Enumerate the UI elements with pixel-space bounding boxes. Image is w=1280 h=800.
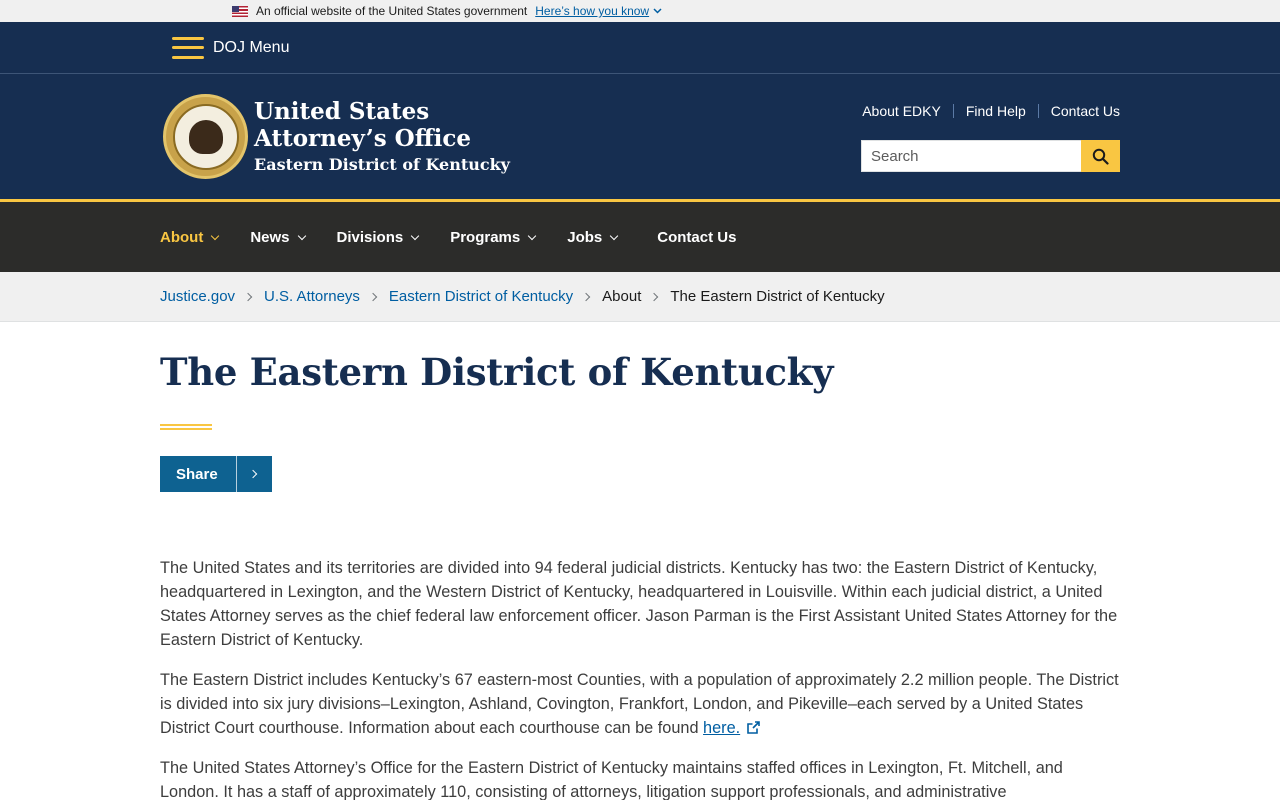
site-header: United States Attorney’s Office Eastern …: [0, 74, 1280, 199]
share-button[interactable]: Share: [160, 456, 272, 492]
divider: [236, 456, 237, 492]
nav-news[interactable]: News: [250, 229, 306, 246]
body-text: The United States and its territories ar…: [160, 556, 1120, 800]
main-content: The Eastern District of Kentucky Share T…: [0, 350, 1120, 800]
paragraph: The Eastern District includes Kentucky’s…: [160, 668, 1120, 740]
breadcrumb: Justice.gov U.S. Attorneys Eastern Distr…: [0, 272, 1280, 322]
nav-news-label[interactable]: News: [250, 229, 289, 246]
chevron-right-icon: [368, 292, 378, 301]
chevron-right-icon[interactable]: [237, 469, 272, 479]
paragraph: The United States Attorney’s Office for …: [160, 759, 1063, 800]
chevron-down-icon: [211, 231, 220, 240]
chevron-down-icon: [297, 231, 306, 240]
doj-seal-logo[interactable]: [163, 94, 248, 179]
chevron-down-icon[interactable]: [653, 6, 662, 17]
doj-menu-button[interactable]: DOJ Menu: [213, 39, 289, 57]
nav-contact-us[interactable]: Contact Us: [657, 229, 736, 246]
breadcrumb-about: About: [602, 288, 642, 305]
us-flag-icon: [232, 5, 248, 17]
chevron-right-icon: [243, 292, 253, 301]
nav-jobs[interactable]: Jobs: [567, 229, 619, 246]
breadcrumb-justice-gov[interactable]: Justice.gov: [160, 288, 235, 305]
site-subtitle[interactable]: Eastern District of Kentucky: [254, 153, 510, 177]
search-input[interactable]: [861, 140, 1081, 172]
nav-contact-us-label[interactable]: Contact Us: [657, 229, 736, 246]
chevron-down-icon: [610, 231, 619, 240]
site-title-line2[interactable]: Attorney’s Office: [254, 125, 510, 152]
nav-programs-label[interactable]: Programs: [450, 229, 520, 246]
external-link-icon[interactable]: [746, 720, 761, 735]
chevron-down-icon: [527, 231, 537, 240]
chevron-down-icon: [410, 231, 420, 240]
utility-links: About EDKY Find Help Contact Us: [862, 103, 1120, 119]
site-title-line1[interactable]: United States: [254, 98, 510, 125]
nav-divisions[interactable]: Divisions: [337, 229, 420, 246]
nav-about[interactable]: About: [160, 229, 220, 246]
courthouse-info-link[interactable]: here.: [703, 719, 740, 737]
nav-programs[interactable]: Programs: [450, 229, 537, 246]
search-form: [861, 140, 1120, 172]
breadcrumb-eastern-district[interactable]: Eastern District of Kentucky: [389, 288, 573, 305]
nav-jobs-label[interactable]: Jobs: [567, 229, 602, 246]
paragraph: The United States and its territories ar…: [160, 559, 1118, 649]
hamburger-menu-icon[interactable]: [172, 36, 204, 59]
chevron-right-icon: [581, 292, 591, 301]
nav-about-label[interactable]: About: [160, 229, 203, 246]
about-edky-link[interactable]: About EDKY: [862, 103, 941, 119]
nav-divisions-label[interactable]: Divisions: [337, 229, 404, 246]
find-help-link[interactable]: Find Help: [966, 103, 1026, 119]
site-title[interactable]: United States Attorney’s Office Eastern …: [254, 98, 510, 177]
doj-menu-bar: DOJ Menu: [0, 22, 1280, 74]
divider: [952, 104, 954, 118]
gov-banner-text: An official website of the United States…: [256, 4, 528, 18]
divider: [1037, 104, 1039, 118]
breadcrumb-current: The Eastern District of Kentucky: [670, 288, 885, 305]
search-icon: [1092, 148, 1109, 165]
paragraph-text: The Eastern District includes Kentucky’s…: [160, 671, 1119, 737]
search-button[interactable]: [1081, 140, 1120, 172]
title-divider: [160, 424, 212, 430]
heres-how-you-know-link[interactable]: Here’s how you know: [535, 4, 649, 18]
chevron-right-icon: [650, 292, 659, 301]
page-title: The Eastern District of Kentucky: [160, 350, 834, 394]
main-nav: About News Divisions Programs Jobs Conta…: [0, 199, 1280, 272]
breadcrumb-us-attorneys[interactable]: U.S. Attorneys: [264, 288, 360, 305]
contact-us-link[interactable]: Contact Us: [1051, 103, 1120, 119]
gov-banner: An official website of the United States…: [0, 0, 1280, 22]
share-label[interactable]: Share: [160, 466, 236, 483]
